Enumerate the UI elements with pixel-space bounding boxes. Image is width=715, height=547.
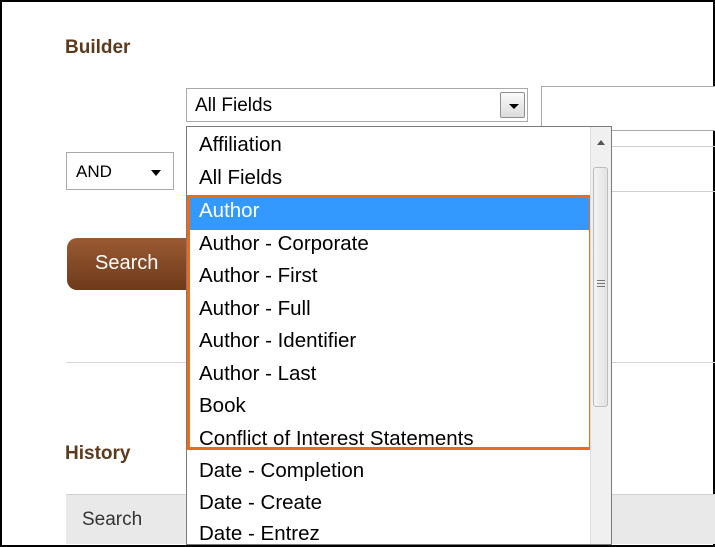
- dropdown-option[interactable]: Affiliation: [199, 134, 282, 156]
- chevron-down-icon[interactable]: [500, 92, 525, 118]
- dropdown-option[interactable]: All Fields: [199, 167, 282, 189]
- grip-icon: [597, 280, 605, 281]
- grip-icon: [597, 283, 605, 284]
- annotation-highlight-box: [187, 195, 592, 450]
- scrollbar-thumb[interactable]: [593, 167, 608, 407]
- field-dropdown-list[interactable]: Affiliation All Fields Author Author - C…: [186, 126, 612, 545]
- chevron-down-icon: [151, 170, 161, 176]
- boolean-operator-value: AND: [76, 162, 112, 181]
- search-term-input[interactable]: [541, 86, 715, 131]
- dropdown-option[interactable]: Date - Create: [199, 492, 322, 514]
- builder-title: Builder: [65, 37, 131, 58]
- grip-icon: [597, 286, 605, 287]
- history-title: History: [65, 443, 131, 464]
- dropdown-option[interactable]: Date - Entrez: [199, 523, 320, 545]
- field-select-value: All Fields: [195, 95, 273, 116]
- field-select[interactable]: All Fields: [186, 88, 528, 122]
- boolean-operator-select[interactable]: AND: [66, 152, 174, 190]
- history-search-column: Search: [82, 509, 143, 530]
- second-term-input[interactable]: [610, 146, 715, 192]
- dropdown-option[interactable]: Date - Completion: [199, 460, 364, 482]
- dropdown-scrollbar[interactable]: [590, 127, 611, 544]
- scroll-up-arrow-icon[interactable]: [597, 140, 605, 145]
